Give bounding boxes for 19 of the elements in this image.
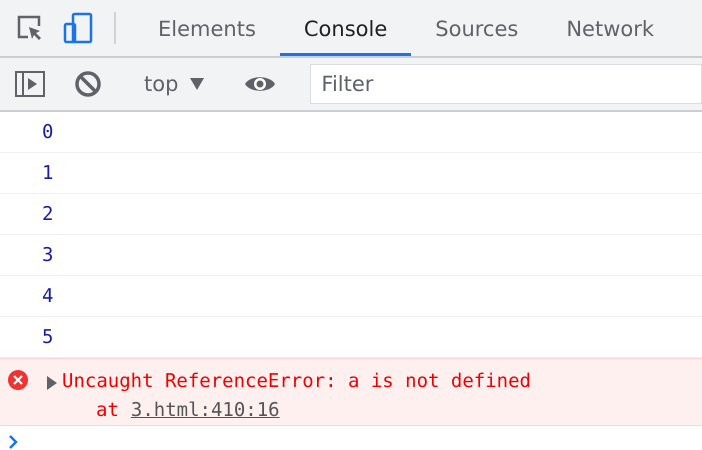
log-value: 4 — [42, 285, 54, 307]
filter-field[interactable]: Filter — [310, 64, 702, 104]
caret-icon — [190, 78, 204, 90]
stack-label: at — [96, 398, 119, 423]
log-value: 3 — [42, 244, 54, 266]
panel-tab[interactable]: Sources — [411, 4, 542, 56]
error-icon — [8, 370, 28, 390]
expand-arrow-icon[interactable] — [46, 376, 58, 390]
sidebar-toggle-icon[interactable] — [12, 71, 48, 97]
error-message: Uncaught ReferenceError: a is not defined — [62, 369, 531, 394]
log-value: 1 — [42, 162, 54, 184]
log-value: 2 — [42, 203, 54, 225]
context-selector[interactable]: top — [144, 72, 204, 96]
prompt-chevron-icon — [8, 435, 18, 449]
log-value: 0 — [42, 121, 54, 143]
source-link[interactable]: 3.html:410:16 — [130, 396, 280, 425]
log-value: 5 — [42, 326, 54, 348]
panel-tab[interactable]: Network — [542, 4, 678, 56]
panel-tab[interactable]: Elements — [134, 4, 280, 56]
